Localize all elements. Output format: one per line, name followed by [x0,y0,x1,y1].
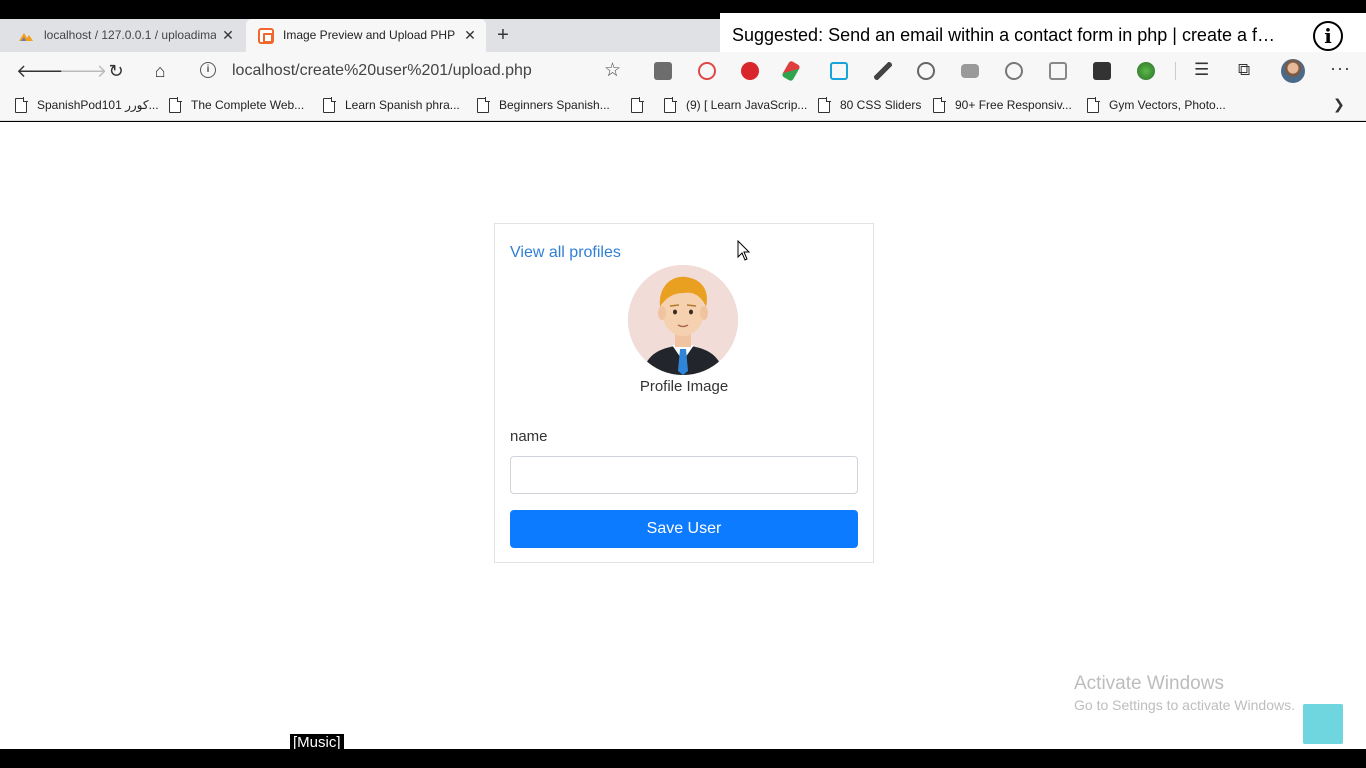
activate-windows-subtitle: Go to Settings to activate Windows. [1074,697,1295,713]
tab-title: Image Preview and Upload PHP [283,28,456,42]
profile-card: View all profiles Profile Image name Sav… [494,223,874,563]
channel-logo [1303,704,1343,744]
view-all-profiles-link[interactable]: View all profiles [510,244,621,262]
color-picker-icon[interactable] [874,62,892,80]
adblock-plus-icon[interactable] [741,62,759,80]
bookmark-item[interactable] [631,96,653,114]
tab-phpmyadmin[interactable]: localhost / 127.0.0.1 / uploadimage ✕ [8,19,244,52]
extension-recycle-icon[interactable] [917,62,935,80]
bookmark-item[interactable]: 90+ Free Responsiv... [933,96,1072,114]
page-icon [323,96,336,113]
page-content: View all profiles Profile Image name Sav… [0,122,1366,749]
new-tab-button[interactable]: + [492,24,514,46]
extension-cube-icon[interactable] [1093,62,1111,80]
bookmark-item[interactable]: SpanishPod101 کورر... [15,96,159,114]
bookmark-label: Gym Vectors, Photo... [1109,98,1226,112]
page-icon [169,96,182,113]
name-input[interactable] [510,456,858,494]
bookmark-label: 80 CSS Sliders [840,98,922,112]
suggestion-text: Suggested: Send an email within a contac… [732,25,1275,45]
page-icon [631,96,644,113]
profile-image-caption: Profile Image [639,378,729,395]
extension-pen-icon[interactable] [781,60,801,82]
favorite-star-icon[interactable]: ☆ [604,59,621,82]
browser-toolbar: 🡐 🡒 ↻ ⌂ i localhost/create%20user%201/up… [0,52,1366,90]
bookmark-label: Learn Spanish phra... [345,98,460,112]
bookmark-label: Beginners Spanish... [499,98,610,112]
save-user-button[interactable]: Save User [510,510,858,548]
bookmark-item[interactable]: Learn Spanish phra... [323,96,460,114]
home-icon[interactable]: ⌂ [148,59,172,83]
forward-arrow-icon[interactable]: 🡒 [59,59,107,83]
bookmark-item[interactable]: 80 CSS Sliders [818,96,921,114]
bookmark-label: The Complete Web... [191,98,305,112]
name-label: name [510,428,548,445]
page-icon [1087,96,1100,113]
extension-window-icon[interactable] [1049,62,1067,80]
extension-copy-icon[interactable] [830,62,848,80]
collections-icon[interactable]: ⧉ [1238,60,1250,80]
page-icon [664,96,677,113]
activate-windows-title: Activate Windows [1074,673,1224,694]
extension-globe-icon[interactable] [1005,62,1023,80]
extension-block-icon[interactable] [698,62,716,80]
extension-screenshot-icon[interactable] [654,62,672,80]
bookmark-label: SpanishPod101 کورر... [37,98,159,112]
tab-image-preview[interactable]: Image Preview and Upload PHP ✕ [246,19,486,52]
favorites-list-icon[interactable]: ☰ [1194,60,1209,80]
profile-avatar[interactable] [1281,59,1305,83]
toolbar-divider [1175,62,1176,80]
bookmark-label: (9) [ Learn JavaScrip... [686,98,808,112]
more-menu-icon[interactable]: ··· [1330,58,1351,79]
site-info-icon[interactable]: i [200,62,216,78]
bookmarks-bar: SpanishPod101 کورر... The Complete Web..… [0,90,1366,121]
refresh-icon[interactable]: ↻ [104,59,128,83]
screen: localhost / 127.0.0.1 / uploadimage ✕ Im… [0,0,1366,768]
url-text: localhost/create%20user%201/upload.php [232,62,532,79]
tab-title: localhost / 127.0.0.1 / uploadimage [44,28,216,42]
xampp-icon [258,28,274,44]
bookmark-item[interactable]: Beginners Spanish... [477,96,610,114]
page-icon [818,96,831,113]
page-icon [15,96,28,113]
chevron-right-icon[interactable]: ❯ [1333,96,1345,113]
camera-icon[interactable] [961,64,979,78]
extension-gem-icon[interactable] [1137,62,1155,80]
bookmark-item[interactable]: (9) [ Learn JavaScrip... [664,96,807,114]
bookmark-label: 90+ Free Responsiv... [955,98,1072,112]
info-icon[interactable]: i [1313,21,1343,51]
back-arrow-icon[interactable]: 🡐 [16,59,64,83]
phpmyadmin-icon [19,33,33,41]
close-tab-icon[interactable]: ✕ [220,27,236,43]
businessman-illustration [628,265,738,375]
profile-avatar-image[interactable] [628,265,738,375]
bookmark-item[interactable]: The Complete Web... [169,96,304,114]
bookmark-item[interactable]: Gym Vectors, Photo... [1087,96,1226,114]
bottom-black-bar [0,749,1366,768]
page-icon [933,96,946,113]
mouse-cursor-icon [737,240,751,261]
page-icon [477,96,490,113]
address-bar[interactable]: i localhost/create%20user%201/upload.php… [188,56,638,86]
close-tab-icon[interactable]: ✕ [462,27,478,43]
